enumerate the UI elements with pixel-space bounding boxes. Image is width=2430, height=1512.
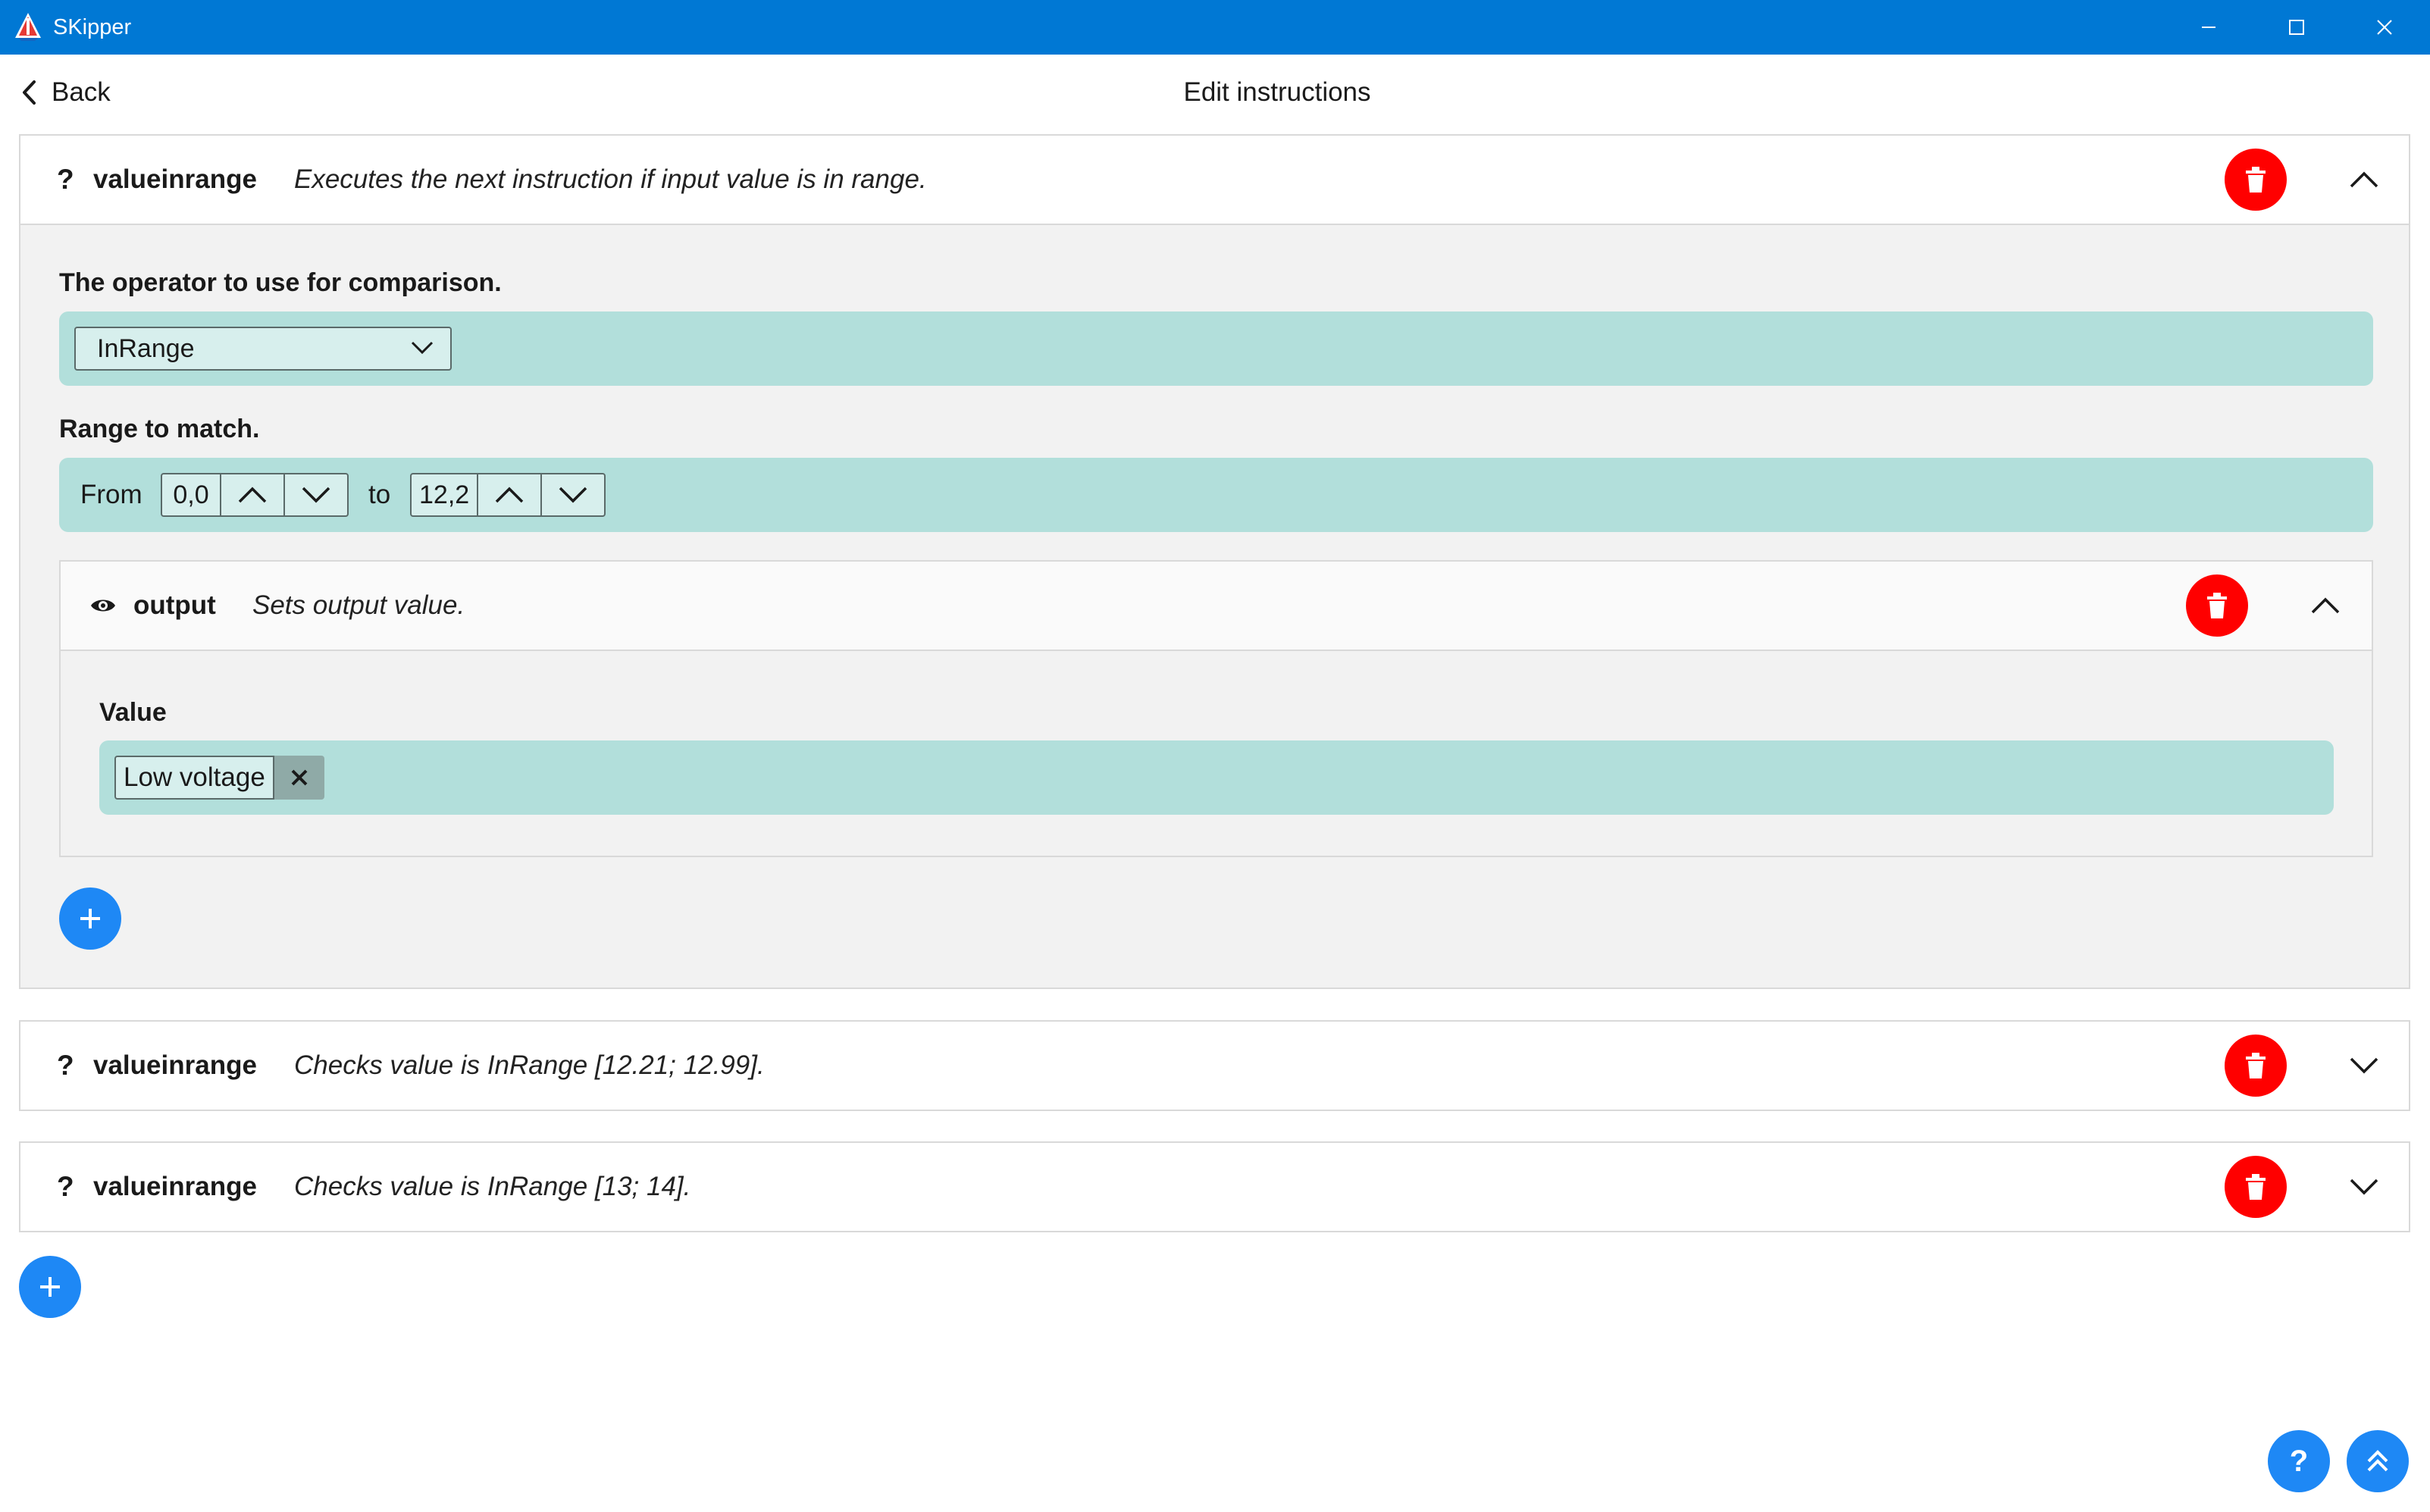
add-instruction-button[interactable] bbox=[19, 1256, 81, 1318]
instruction-header[interactable]: ? valueinrange Checks value is InRange [… bbox=[20, 1022, 2409, 1110]
delete-button[interactable] bbox=[2225, 149, 2287, 211]
instruction-description: Checks value is InRange [13; 14]. bbox=[294, 1172, 691, 1201]
chevron-down-icon bbox=[2350, 1057, 2378, 1074]
range-label: Range to match. bbox=[59, 415, 260, 443]
trash-icon bbox=[2246, 167, 2266, 193]
page-title: Edit instructions bbox=[1183, 77, 1371, 107]
chevron-up-icon bbox=[495, 487, 524, 503]
range-from-decrement[interactable] bbox=[285, 474, 347, 515]
delete-button[interactable] bbox=[2225, 1035, 2287, 1097]
close-icon bbox=[2377, 20, 2392, 35]
delete-button[interactable] bbox=[2225, 1156, 2287, 1218]
chevron-up-icon bbox=[238, 487, 267, 503]
range-field: From 0,0 to 12,2 bbox=[59, 458, 2373, 532]
chevron-down-icon bbox=[559, 487, 587, 503]
trash-icon bbox=[2246, 1174, 2266, 1200]
value-label: Value bbox=[99, 698, 167, 727]
instruction-header[interactable]: ? valueinrange Executes the next instruc… bbox=[20, 136, 2409, 224]
remove-value-button[interactable] bbox=[274, 756, 324, 800]
close-button[interactable] bbox=[2341, 0, 2428, 55]
range-from-stepper: 0,0 bbox=[161, 473, 349, 517]
nested-instruction-body: Value Low voltage bbox=[61, 650, 2372, 857]
condition-icon: ? bbox=[57, 1050, 74, 1081]
range-from-increment[interactable] bbox=[221, 474, 285, 515]
condition-icon: ? bbox=[57, 164, 74, 195]
nested-instruction-card: output Sets output value. Value Low volt… bbox=[59, 560, 2373, 857]
range-from-input[interactable]: 0,0 bbox=[162, 474, 221, 515]
chevron-up-icon bbox=[2311, 597, 2340, 614]
maximize-icon bbox=[2289, 20, 2304, 35]
range-to-stepper: 12,2 bbox=[410, 473, 606, 517]
trash-icon bbox=[2246, 1053, 2266, 1078]
instruction-name: valueinrange bbox=[93, 1050, 257, 1080]
operator-label: The operator to use for comparison. bbox=[59, 268, 502, 297]
nested-instruction-description: Sets output value. bbox=[252, 590, 465, 620]
operator-value: InRange bbox=[97, 334, 195, 363]
help-button[interactable]: ? bbox=[2268, 1430, 2330, 1492]
instruction-body: The operator to use for comparison. InRa… bbox=[20, 224, 2409, 988]
eye-icon bbox=[91, 599, 115, 612]
operator-select[interactable]: InRange bbox=[74, 327, 452, 371]
title-bar: SKipper bbox=[0, 0, 2430, 55]
instruction-description: Executes the next instruction if input v… bbox=[294, 164, 927, 194]
expand-button[interactable] bbox=[2341, 1164, 2387, 1210]
maximize-button[interactable] bbox=[2253, 0, 2341, 55]
condition-icon: ? bbox=[57, 1171, 74, 1202]
chevron-up-icon bbox=[2350, 171, 2378, 188]
app-title: SKipper bbox=[53, 15, 132, 39]
page-header: Edit instructions Back bbox=[0, 55, 2430, 130]
add-nested-instruction-button[interactable] bbox=[59, 887, 121, 950]
plus-icon bbox=[40, 1277, 60, 1297]
expand-button[interactable] bbox=[2341, 1043, 2387, 1088]
chevron-down-icon bbox=[302, 487, 330, 503]
range-to-decrement[interactable] bbox=[542, 474, 604, 515]
collapse-button[interactable] bbox=[2303, 583, 2348, 628]
chevron-down-icon bbox=[411, 341, 434, 355]
collapse-button[interactable] bbox=[2341, 157, 2387, 202]
delete-button[interactable] bbox=[2186, 574, 2248, 637]
instruction-card: ? valueinrange Checks value is InRange [… bbox=[19, 1141, 2410, 1232]
scroll-top-button[interactable] bbox=[2347, 1430, 2409, 1492]
back-label: Back bbox=[52, 77, 111, 107]
nested-instruction-name: output bbox=[133, 590, 216, 620]
instruction-name: valueinrange bbox=[93, 1172, 257, 1201]
double-chevron-up-icon bbox=[2367, 1450, 2388, 1472]
range-from-label: From bbox=[80, 480, 142, 509]
back-button[interactable]: Back bbox=[21, 71, 111, 114]
value-chip: Low voltage bbox=[114, 756, 324, 800]
operator-field: InRange bbox=[59, 311, 2373, 386]
nested-instruction-header[interactable]: output Sets output value. bbox=[61, 562, 2372, 650]
instruction-card: ? valueinrange Checks value is InRange [… bbox=[19, 1020, 2410, 1111]
instruction-card: ? valueinrange Executes the next instruc… bbox=[19, 134, 2410, 989]
value-field: Low voltage bbox=[99, 740, 2334, 815]
close-icon bbox=[291, 769, 308, 786]
instruction-header[interactable]: ? valueinrange Checks value is InRange [… bbox=[20, 1143, 2409, 1231]
range-to-input[interactable]: 12,2 bbox=[412, 474, 479, 515]
trash-icon bbox=[2207, 593, 2227, 618]
range-to-increment[interactable] bbox=[478, 474, 543, 515]
app-logo-icon bbox=[15, 13, 41, 41]
value-chip-label: Low voltage bbox=[114, 756, 274, 800]
minimize-icon bbox=[2202, 27, 2215, 28]
help-icon: ? bbox=[2289, 1444, 2309, 1478]
instruction-description: Checks value is InRange [12.21; 12.99]. bbox=[294, 1050, 765, 1080]
chevron-left-icon bbox=[23, 80, 36, 105]
range-to-label: to bbox=[368, 480, 391, 509]
chevron-down-icon bbox=[2350, 1179, 2378, 1195]
plus-icon bbox=[80, 909, 100, 928]
instruction-name: valueinrange bbox=[93, 164, 257, 194]
minimize-button[interactable] bbox=[2165, 0, 2253, 55]
